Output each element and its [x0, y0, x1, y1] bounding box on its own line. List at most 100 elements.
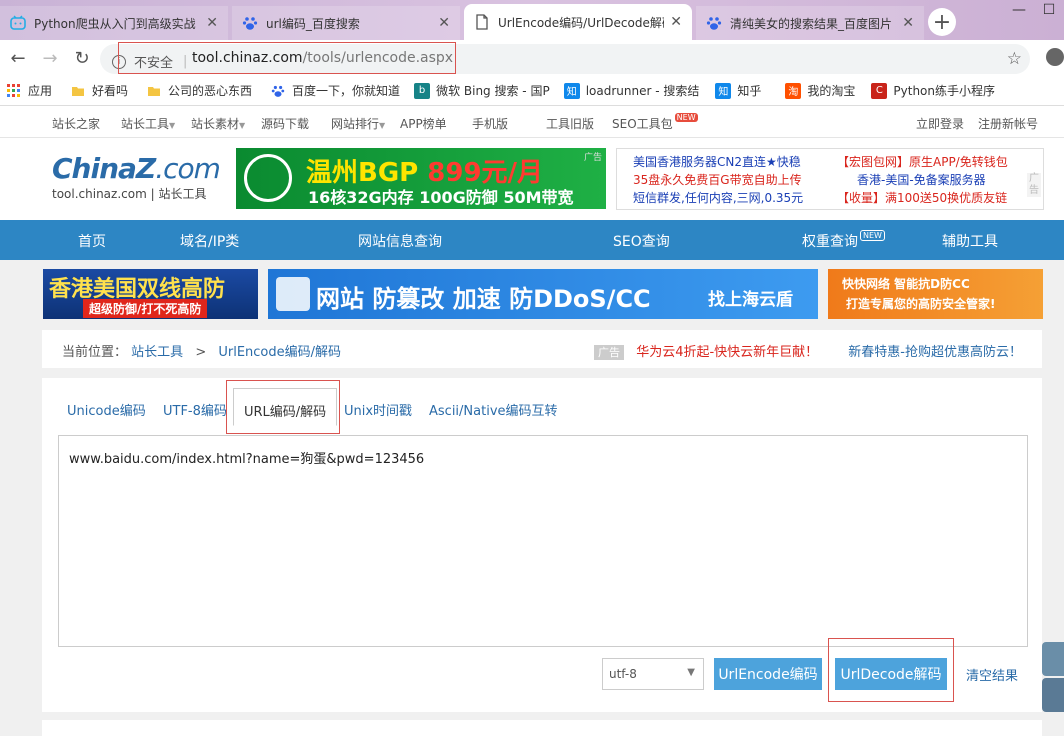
- bookmark-apps[interactable]: 应用: [6, 76, 52, 106]
- breadcrumb-sep: >: [195, 345, 207, 360]
- ad-text: 超级防御/打不死高防: [83, 299, 208, 318]
- close-icon[interactable]: ✕: [438, 15, 450, 31]
- tab-ascii-native[interactable]: Ascii/Native编码互转: [429, 400, 558, 419]
- bookmark-taobao[interactable]: 淘 我的淘宝: [785, 76, 855, 106]
- reload-icon[interactable]: ↻: [68, 44, 96, 72]
- top-link[interactable]: APP榜单: [400, 115, 447, 132]
- bookmark-folder[interactable]: 好看吗: [70, 76, 128, 106]
- text-ad-link[interactable]: 【宏图包网】原生APP/免转钱包: [837, 153, 1008, 170]
- tool-tabs: Unicode编码 UTF-8编码 URL编码/解码 Unix时间戳 Ascii…: [42, 378, 1042, 426]
- top-link[interactable]: 手机版: [472, 115, 508, 132]
- tab-utf8[interactable]: UTF-8编码: [163, 400, 227, 419]
- tab-title: UrlEncode编码/UrlDecode解码: [498, 15, 665, 30]
- bookmark-zhihu[interactable]: 知 知乎: [715, 76, 761, 106]
- breadcrumb-home[interactable]: 站长工具: [131, 345, 183, 360]
- breadcrumb-current[interactable]: UrlEncode编码/解码: [218, 345, 341, 360]
- bookmark-label: 百度一下，你就知道: [292, 84, 401, 98]
- bookmark-loadrunner[interactable]: 知 loadrunner - 搜索结: [563, 76, 700, 106]
- profile-avatar[interactable]: [1046, 48, 1064, 66]
- nav-item[interactable]: 首页: [78, 231, 106, 251]
- caret-down-icon: ▼: [687, 667, 695, 678]
- maximize-icon[interactable]: ☐: [1034, 0, 1064, 20]
- minimize-icon[interactable]: —: [1004, 0, 1034, 20]
- close-icon[interactable]: ✕: [670, 14, 682, 30]
- text-ad-link[interactable]: 短信群发,任何内容,三网,0.35元: [633, 189, 803, 206]
- document-icon: [474, 14, 490, 30]
- ad-text: 16核32G内存 100G防御 50M带宽: [308, 188, 574, 207]
- top-link-label: 网站排行: [331, 117, 380, 131]
- caret-down-icon: ▼: [379, 121, 386, 130]
- clear-results-button[interactable]: 清空结果: [956, 658, 1028, 690]
- nav-item[interactable]: 辅助工具: [942, 231, 998, 251]
- site-logo[interactable]: ChinaZ.com tool.chinaz.com | 站长工具: [52, 152, 221, 202]
- text-ad-link[interactable]: 华为云4折起-快快云新年巨献！: [636, 345, 818, 360]
- close-icon[interactable]: ✕: [902, 15, 914, 31]
- new-tab-button[interactable]: +: [928, 8, 956, 36]
- text-ad-link[interactable]: 香港-美国-免备案服务器: [857, 171, 986, 188]
- new-badge: NEW: [860, 230, 885, 241]
- top-link[interactable]: 站长素材▼: [191, 115, 245, 132]
- url-input-textarea[interactable]: www.baidu.com/index.html?name=狗蛋&pwd=123…: [58, 435, 1028, 647]
- more-float-icon[interactable]: [1042, 678, 1064, 712]
- baidu-paw-icon: [242, 15, 258, 31]
- nav-item[interactable]: 网站信息查询: [358, 231, 442, 251]
- top-link[interactable]: 源码下载: [261, 115, 309, 132]
- top-link[interactable]: 站长工具▼: [121, 115, 175, 132]
- top-link[interactable]: 工具旧版: [546, 115, 594, 132]
- forward-arrow-icon[interactable]: →: [36, 44, 64, 72]
- browser-tab-active[interactable]: UrlEncode编码/UrlDecode解码 ✕: [464, 4, 692, 40]
- top-link-label: 站长工具: [121, 117, 170, 131]
- ad-tag: 广告: [1027, 173, 1041, 197]
- encoding-value: utf-8: [609, 667, 637, 681]
- text-ad-link[interactable]: 新春特惠-抢购超优惠高防云！: [848, 345, 1022, 360]
- idc-logo-icon: [244, 154, 292, 202]
- top-link[interactable]: 网站排行▼: [331, 115, 385, 132]
- site-top-bar: 站长之家 站长工具▼ 站长素材▼ 源码下载 网站排行▼ APP榜单 手机版 工具…: [0, 106, 1064, 138]
- ad-banner-kuaikuai[interactable]: 快快网络 智能抗D防CC 打造专属您的高防安全管家!: [828, 269, 1043, 319]
- register-link[interactable]: 注册新帐号: [978, 115, 1038, 132]
- browser-tab[interactable]: url编码_百度搜索 ✕: [232, 6, 460, 40]
- tab-title: url编码_百度搜索: [266, 16, 360, 31]
- baidu-paw-icon: [270, 83, 286, 99]
- nav-item[interactable]: SEO查询: [613, 231, 670, 251]
- caret-down-icon: ▼: [169, 121, 176, 130]
- chat-float-icon[interactable]: [1042, 642, 1064, 676]
- nav-item[interactable]: 权重查询 NEW: [802, 230, 885, 251]
- back-arrow-icon[interactable]: ←: [4, 44, 32, 72]
- text-ad-link[interactable]: 美国香港服务器CN2直连★快稳: [633, 153, 801, 170]
- bookmark-csdn[interactable]: C Python练手小程序: [871, 76, 995, 106]
- top-link[interactable]: 站长之家: [52, 115, 100, 132]
- banner-ads: 香港美国双线高防 超级防御/打不死高防 网站 防篡改 加速 防DDoS/CC 找…: [0, 260, 1064, 328]
- encoding-select[interactable]: utf-8 ▼: [602, 658, 704, 690]
- button-highlight-box: [828, 638, 954, 702]
- tab-unicode[interactable]: Unicode编码: [67, 400, 146, 419]
- folder-icon: [70, 83, 86, 99]
- ad-text: 快快网络 智能抗D防CC: [842, 277, 970, 291]
- tab-unix-timestamp[interactable]: Unix时间戳: [344, 400, 412, 419]
- urlencode-button[interactable]: UrlEncode编码: [714, 658, 822, 690]
- nav-item-label: 权重查询: [802, 234, 858, 250]
- ad-banner-yundun[interactable]: 网站 防篡改 加速 防DDoS/CC 找上海云盾: [268, 269, 818, 319]
- yundun-logo-icon: [276, 277, 310, 311]
- browser-tab[interactable]: 清纯美女的搜索结果_百度图片 ✕: [696, 6, 924, 40]
- close-icon[interactable]: ✕: [206, 15, 218, 31]
- browser-tab[interactable]: Python爬虫从入门到高级实战 ✕: [0, 6, 228, 40]
- text-ad-link[interactable]: 【收量】满100送50换优质友链: [837, 189, 1007, 206]
- results-panel: [42, 720, 1042, 736]
- top-link[interactable]: SEO工具包 NEW: [612, 113, 698, 132]
- ad-banner-bgp[interactable]: 温州BGP 899元/月 16核32G内存 100G防御 50M带宽 广告: [236, 148, 606, 209]
- bookmark-folder[interactable]: 公司的恶心东西: [146, 76, 252, 106]
- bookmark-label: loadrunner - 搜索结: [585, 84, 700, 98]
- tab-highlight-box: [226, 380, 340, 434]
- ad-tag: 广告: [583, 153, 602, 163]
- bookmark-label: Python练手小程序: [893, 84, 996, 98]
- bookmark-baidu[interactable]: 百度一下，你就知道: [270, 76, 400, 106]
- bookmark-star-icon[interactable]: ☆: [1007, 49, 1022, 69]
- zhihu-icon: 知: [563, 82, 580, 99]
- nav-item[interactable]: 域名/IP类: [180, 231, 239, 251]
- login-link[interactable]: 立即登录: [916, 115, 964, 132]
- folder-icon: [146, 83, 162, 99]
- ad-banner-hk[interactable]: 香港美国双线高防 超级防御/打不死高防: [43, 269, 258, 319]
- bookmark-bing[interactable]: b 微软 Bing 搜索 - 国P: [414, 76, 550, 106]
- text-ad-link[interactable]: 35盘永久免费百G带宽自助上传: [633, 171, 802, 188]
